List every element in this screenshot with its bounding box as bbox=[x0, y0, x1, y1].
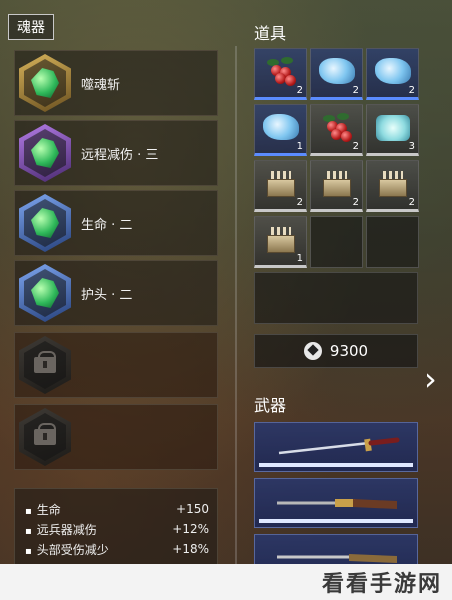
weapon-slot[interactable] bbox=[254, 422, 418, 472]
soul-slot-5-locked[interactable] bbox=[14, 332, 218, 398]
crate-icon bbox=[321, 169, 353, 199]
stat-row: 头部受伤减少 +18% bbox=[25, 539, 209, 559]
item-count: 2 bbox=[352, 197, 359, 208]
soul-slot-2[interactable]: 远程减伤 · 三 bbox=[14, 120, 218, 186]
item-slot[interactable]: 2 bbox=[366, 48, 419, 100]
item-slot[interactable]: 2 bbox=[310, 160, 363, 212]
item-count: 2 bbox=[296, 197, 303, 208]
stat-row: 远兵器减伤 +12% bbox=[25, 519, 209, 539]
soul-slot-1[interactable]: 噬魂斩 bbox=[14, 50, 218, 116]
currency-amount: 9300 bbox=[329, 342, 369, 360]
item-count: 2 bbox=[408, 197, 415, 208]
stat-value: +150 bbox=[176, 502, 209, 516]
item-count: 3 bbox=[408, 141, 415, 152]
soul-tab-label: 魂器 bbox=[17, 20, 45, 36]
item-slot[interactable]: 3 bbox=[366, 104, 419, 156]
watermark-text: 看看手游网 bbox=[321, 572, 442, 597]
chevron-right-icon[interactable]: › bbox=[424, 362, 444, 396]
cloth-icon bbox=[375, 58, 411, 84]
item-slot-empty[interactable] bbox=[366, 216, 419, 268]
item-count: 2 bbox=[296, 85, 303, 96]
soul-slot-label: 护头 · 二 bbox=[81, 287, 133, 303]
currency-display: 9300 bbox=[254, 334, 418, 368]
soul-slot-label: 生命 · 二 bbox=[81, 217, 133, 233]
ice-icon bbox=[376, 115, 410, 141]
item-count: 1 bbox=[296, 253, 303, 264]
stat-name: 头部受伤减少 bbox=[25, 541, 109, 558]
item-slot-empty[interactable] bbox=[310, 216, 363, 268]
crate-icon bbox=[265, 169, 297, 199]
soul-slot-4[interactable]: 护头 · 二 bbox=[14, 260, 218, 326]
soul-gem-blue-icon bbox=[19, 194, 71, 252]
lock-icon bbox=[19, 408, 71, 466]
katana-icon bbox=[278, 437, 400, 455]
coin-icon bbox=[303, 342, 322, 360]
item-slot[interactable]: 2 bbox=[254, 160, 307, 212]
cloth-icon bbox=[263, 114, 299, 140]
stat-value: +18% bbox=[172, 542, 209, 556]
soul-tab[interactable]: 魂器 bbox=[8, 14, 54, 40]
crate-icon bbox=[377, 169, 409, 199]
crate-icon bbox=[265, 225, 297, 255]
item-slot[interactable]: 2 bbox=[366, 160, 419, 212]
weapon-slot[interactable] bbox=[254, 478, 418, 528]
item-count: 2 bbox=[408, 85, 415, 96]
stat-name: 生命 bbox=[25, 501, 61, 518]
stat-value: +12% bbox=[172, 522, 209, 536]
soul-stats-panel: 生命 +150 远兵器减伤 +12% 头部受伤减少 +18% bbox=[14, 488, 218, 568]
lock-icon bbox=[19, 336, 71, 394]
stat-name: 远兵器减伤 bbox=[25, 521, 97, 538]
soul-gem-purple-icon bbox=[19, 124, 71, 182]
berries-icon bbox=[265, 57, 297, 87]
soul-slot-label: 远程减伤 · 三 bbox=[81, 147, 159, 163]
stat-row: 生命 +150 bbox=[25, 499, 209, 519]
item-slot-empty-wide[interactable] bbox=[254, 272, 418, 324]
soul-slot-label: 噬魂斩 bbox=[81, 77, 121, 93]
watermark-banner: 看看手游网 bbox=[0, 564, 452, 600]
item-slot[interactable]: 2 bbox=[254, 48, 307, 100]
weapons-title: 武器 bbox=[254, 396, 287, 415]
soul-slot-6-locked[interactable] bbox=[14, 404, 218, 470]
rifle-icon bbox=[277, 499, 397, 509]
cloth-icon bbox=[319, 58, 355, 84]
item-count: 1 bbox=[296, 141, 303, 152]
inventory-screen: 魂器 噬魂斩 远程减伤 · 三 生命 · 二 护头 · 二 生命 +150 远兵… bbox=[0, 0, 452, 600]
panel-divider bbox=[235, 46, 237, 566]
soul-gem-blue-icon bbox=[19, 264, 71, 322]
soul-gem-gold-icon bbox=[19, 54, 71, 112]
item-slot[interactable]: 1 bbox=[254, 216, 307, 268]
berries-icon bbox=[321, 113, 353, 143]
items-title: 道具 bbox=[254, 24, 287, 43]
item-slot[interactable]: 2 bbox=[310, 48, 363, 100]
soul-slot-3[interactable]: 生命 · 二 bbox=[14, 190, 218, 256]
item-count: 2 bbox=[352, 85, 359, 96]
item-count: 2 bbox=[352, 141, 359, 152]
item-slot[interactable]: 2 bbox=[310, 104, 363, 156]
item-slot[interactable]: 1 bbox=[254, 104, 307, 156]
